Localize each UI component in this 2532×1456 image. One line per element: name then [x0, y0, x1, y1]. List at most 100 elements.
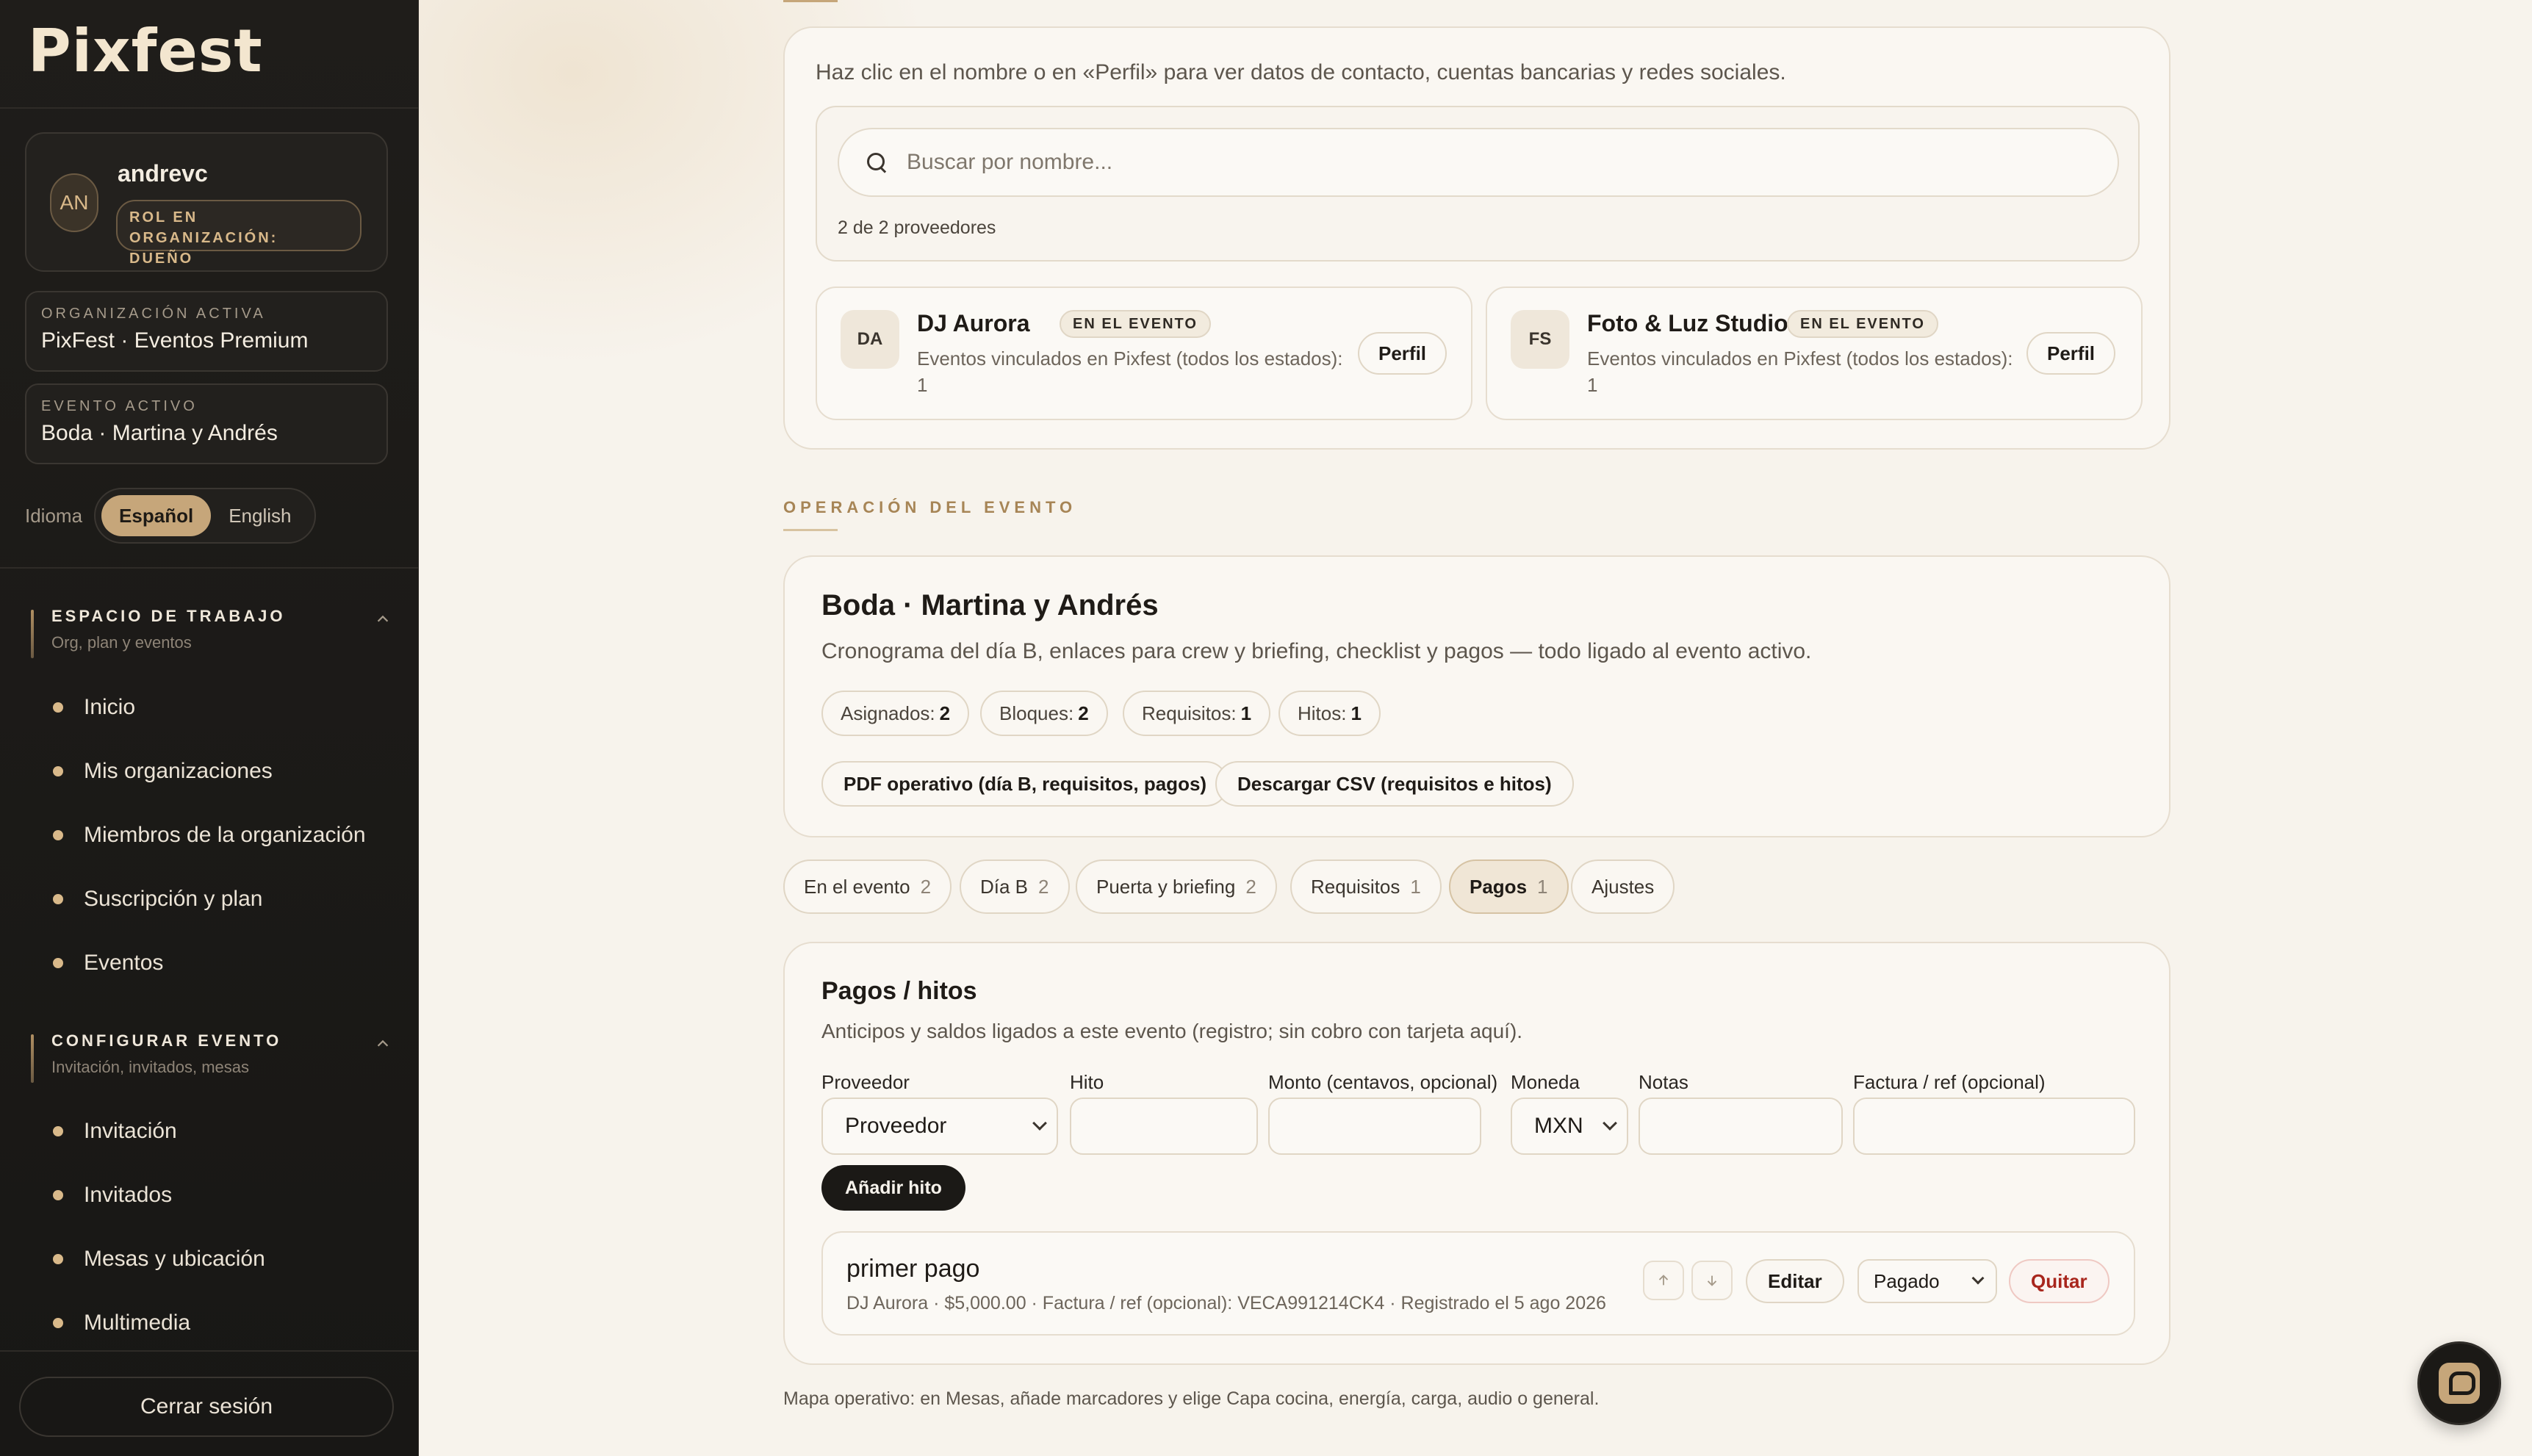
edit-button[interactable]: Editar: [1746, 1259, 1844, 1303]
providers-intro: Haz clic en el nombre o en «Perfil» para…: [816, 60, 1786, 84]
stat-value: 1: [1350, 702, 1362, 724]
tab-ajustes[interactable]: Ajustes: [1571, 859, 1675, 914]
currency-field-label: Moneda: [1511, 1071, 1580, 1093]
sidebar-item-tables[interactable]: Mesas y ubicación: [53, 1239, 265, 1280]
sidebar: Pixfest AN andrevc ROL EN ORGANIZACIÓN: …: [0, 0, 419, 1456]
assistant-fab-button[interactable]: [2417, 1341, 2501, 1425]
event-operation-card: Boda · Martina y Andrés Cronograma del d…: [783, 555, 2170, 837]
stat-value: 2: [1078, 702, 1089, 724]
amount-input[interactable]: [1268, 1098, 1481, 1155]
provider-profile-button[interactable]: Perfil: [1358, 332, 1447, 375]
search-placeholder: Buscar por nombre...: [907, 150, 1113, 174]
provider-avatar: FS: [1511, 310, 1569, 369]
sidebar-item-multimedia[interactable]: Multimedia: [53, 1302, 190, 1344]
sidebar-item-label: Multimedia: [84, 1311, 191, 1335]
bullet-icon: [53, 830, 63, 840]
notes-input[interactable]: [1639, 1098, 1843, 1155]
language-option-en[interactable]: English: [211, 495, 309, 536]
arrow-up-icon: [1658, 1275, 1669, 1286]
active-organization-label: ORGANIZACIÓN ACTIVA: [41, 306, 266, 322]
bullet-icon: [53, 702, 63, 713]
sidebar-item-inicio[interactable]: Inicio: [53, 687, 135, 728]
chevron-down-icon: [1032, 1116, 1047, 1131]
sidebar-item-guests[interactable]: Invitados: [53, 1175, 172, 1216]
tab-count: 2: [920, 875, 932, 898]
language-option-es[interactable]: Español: [101, 495, 212, 536]
payment-row: primer pago DJ Aurora · $5,000.00 · Fact…: [821, 1231, 2135, 1336]
stat-label: Requisitos:: [1142, 702, 1237, 724]
sidebar-item-label: Inicio: [84, 695, 136, 719]
move-down-button[interactable]: [1691, 1261, 1733, 1300]
provider-search-input[interactable]: Buscar por nombre...: [838, 128, 2119, 197]
sidebar-item-subscription[interactable]: Suscripción y plan: [53, 879, 262, 920]
provider-status-badge: EN EL EVENTO: [1787, 310, 1938, 338]
milestone-field-label: Hito: [1070, 1071, 1104, 1093]
pixfest-logo[interactable]: Pixfest: [28, 22, 263, 81]
stat-label: Bloques:: [999, 702, 1074, 724]
provider-select-value: Proveedor: [845, 1114, 947, 1138]
invoice-input[interactable]: [1853, 1098, 2135, 1155]
sidebar-item-members[interactable]: Miembros de la organización: [53, 815, 366, 856]
active-event-label: EVENTO ACTIVO: [41, 398, 198, 414]
amount-field-label: Monto (centavos, opcional): [1268, 1071, 1498, 1093]
sidebar-item-label: Suscripción y plan: [84, 887, 263, 911]
stat-assigned: Asignados: 2: [821, 691, 970, 736]
tab-count: 2: [1038, 875, 1049, 898]
tab-label: En el evento: [804, 875, 910, 898]
tab-label: Puerta y briefing: [1096, 875, 1236, 898]
section-workspace[interactable]: ESPACIO DE TRABAJO Org, plan y eventos: [31, 607, 391, 658]
tab-puerta-briefing[interactable]: Puerta y briefing 2: [1076, 859, 1277, 914]
section-subtitle: Invitación, invitados, mesas: [51, 1058, 250, 1076]
event-title: Boda · Martina y Andrés: [821, 589, 1159, 621]
status-select[interactable]: Pagado: [1857, 1259, 1997, 1303]
provider-card: DA DJ Aurora EN EL EVENTO Eventos vincul…: [816, 286, 1472, 420]
stat-requirements: Requisitos: 1: [1123, 691, 1271, 736]
notes-field-label: Notas: [1639, 1071, 1688, 1093]
tab-dia-b[interactable]: Día B 2: [960, 859, 1070, 914]
sidebar-item-events[interactable]: Eventos: [53, 943, 163, 984]
pdf-operational-button[interactable]: PDF operativo (día B, requisitos, pagos): [821, 761, 1229, 807]
tab-pagos[interactable]: Pagos 1: [1449, 859, 1569, 914]
active-organization-card[interactable]: ORGANIZACIÓN ACTIVA PixFest · Eventos Pr…: [25, 291, 388, 372]
bullet-icon: [53, 1190, 63, 1200]
provider-count: 2 de 2 proveedores: [838, 217, 996, 238]
sidebar-item-label: Mis organizaciones: [84, 759, 273, 783]
sidebar-item-label: Invitados: [84, 1183, 173, 1207]
payments-subtitle: Anticipos y saldos ligados a este evento…: [821, 1020, 1523, 1042]
bullet-icon: [53, 1254, 63, 1264]
add-milestone-button[interactable]: Añadir hito: [821, 1165, 965, 1211]
user-name: andrevc: [118, 160, 208, 187]
payments-title: Pagos / hitos: [821, 977, 977, 1005]
stat-blocks: Bloques: 2: [980, 691, 1108, 736]
currency-select[interactable]: MXN: [1511, 1098, 1628, 1155]
active-event-card[interactable]: EVENTO ACTIVO Boda · Martina y Andrés: [25, 383, 388, 464]
bullet-icon: [53, 958, 63, 968]
provider-avatar: DA: [841, 310, 899, 369]
remove-button[interactable]: Quitar: [2009, 1259, 2110, 1303]
invoice-field-label: Factura / ref (opcional): [1853, 1071, 2046, 1093]
provider-profile-button[interactable]: Perfil: [2026, 332, 2116, 375]
language-toggle: Español English: [94, 488, 317, 544]
section-configure-event[interactable]: CONFIGURAR EVENTO Invitación, invitados,…: [31, 1031, 391, 1083]
download-csv-button[interactable]: Descargar CSV (requisitos e hitos): [1215, 761, 1574, 807]
milestone-input[interactable]: [1070, 1098, 1258, 1155]
role-badge: ROL EN ORGANIZACIÓN: DUEÑO: [116, 200, 362, 267]
chevron-up-icon: [377, 615, 389, 622]
provider-select[interactable]: Proveedor: [821, 1098, 1058, 1155]
providers-card: Haz clic en el nombre o en «Perfil» para…: [783, 26, 2170, 450]
sidebar-item-invitation[interactable]: Invitación: [53, 1111, 177, 1152]
move-up-button[interactable]: [1643, 1261, 1684, 1300]
tab-count: 1: [1410, 875, 1421, 898]
sidebar-item-organizations[interactable]: Mis organizaciones: [53, 751, 273, 792]
provider-name[interactable]: DJ Aurora: [917, 310, 1030, 337]
tab-en-el-evento[interactable]: En el evento 2: [783, 859, 952, 914]
bullet-icon: [53, 1126, 63, 1136]
logout-button[interactable]: Cerrar sesión: [19, 1377, 394, 1437]
tab-label: Requisitos: [1311, 875, 1400, 898]
tab-count: 1: [1537, 875, 1548, 898]
chevron-down-icon: [1971, 1272, 1985, 1285]
provider-name[interactable]: Foto & Luz Studio: [1587, 310, 1788, 337]
tab-requisitos[interactable]: Requisitos 1: [1290, 859, 1442, 914]
section-title: CONFIGURAR EVENTO: [51, 1031, 282, 1050]
stat-value: 1: [1240, 702, 1252, 724]
